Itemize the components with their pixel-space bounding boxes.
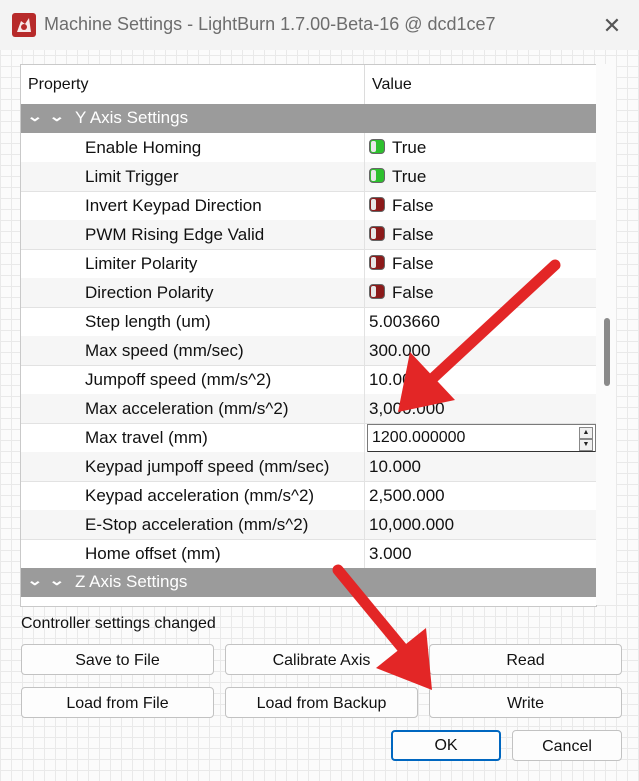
toggle-value[interactable]: True — [369, 167, 426, 187]
table-row[interactable]: Invert Keypad Direction False — [21, 191, 596, 221]
cancel-button[interactable]: Cancel — [512, 730, 622, 761]
section-label: Y Axis Settings — [75, 108, 189, 127]
max-travel-input[interactable] — [370, 428, 574, 448]
property-name: Max acceleration (mm/s^2) — [85, 399, 289, 418]
property-value[interactable]: 3.000 — [369, 544, 412, 564]
toggle-value[interactable]: False — [369, 225, 434, 245]
property-value[interactable]: 10,000.000 — [369, 515, 454, 535]
toggle-value[interactable]: False — [369, 283, 434, 303]
table-row[interactable]: Keypad jumpoff speed (mm/sec) 10.000 — [21, 452, 596, 482]
write-button[interactable]: Write — [429, 687, 622, 718]
toggle-switch-icon[interactable] — [369, 197, 385, 212]
table-row[interactable]: Enable Homing True — [21, 133, 596, 163]
status-message: Controller settings changed — [21, 615, 216, 632]
spin-buttons[interactable]: ▲ ▼ — [579, 427, 593, 451]
column-header-value[interactable]: Value — [372, 76, 412, 94]
close-icon[interactable]: ✕ — [598, 12, 626, 40]
table-row[interactable]: Home offset (mm) 3.000 — [21, 539, 596, 569]
max-travel-spinbox[interactable]: ▲▼ — [367, 424, 596, 453]
chevron-down-icon[interactable]: ⌄ — [49, 108, 65, 125]
table-row[interactable]: E-Stop acceleration (mm/s^2) 10,000.000 — [21, 510, 596, 540]
toggle-value[interactable]: False — [369, 196, 434, 216]
toggle-switch-icon[interactable] — [369, 284, 385, 299]
toggle-value[interactable]: False — [369, 254, 434, 274]
table-row[interactable]: PWM Rising Edge Valid False — [21, 220, 596, 250]
property-value[interactable]: 2,500.000 — [369, 486, 445, 506]
property-name: Max travel (mm) — [85, 428, 208, 447]
property-name: Home offset (mm) — [85, 544, 221, 563]
column-header-property[interactable]: Property — [28, 76, 88, 94]
property-name: E-Stop acceleration (mm/s^2) — [85, 515, 309, 534]
section-y-axis[interactable]: ⌄ ⌄ Y Axis Settings — [21, 104, 596, 133]
table-row[interactable]: Limiter Polarity False — [21, 249, 596, 279]
property-name: Direction Polarity — [85, 283, 214, 302]
spin-down-icon[interactable]: ▼ — [579, 439, 593, 451]
toggle-label: False — [392, 225, 434, 244]
toggle-label: True — [392, 167, 427, 186]
load-from-backup-button[interactable]: Load from Backup — [225, 687, 418, 718]
property-name: PWM Rising Edge Valid — [85, 225, 265, 244]
table-row[interactable]: Step length (um) 5.003660 — [21, 307, 596, 337]
table-row[interactable]: Limit Trigger True — [21, 162, 596, 192]
property-value[interactable]: 5.003660 — [369, 312, 440, 332]
toggle-label: True — [392, 138, 427, 157]
property-name: Keypad jumpoff speed (mm/sec) — [85, 457, 330, 476]
title-bar: Machine Settings - LightBurn 1.7.00-Beta… — [0, 0, 639, 50]
chevron-down-icon[interactable]: ⌄ — [27, 572, 43, 589]
property-name: Enable Homing — [85, 138, 202, 157]
property-name: Max speed (mm/sec) — [85, 341, 244, 360]
window-title: Machine Settings - LightBurn 1.7.00-Beta… — [44, 14, 496, 34]
ok-button[interactable]: OK — [391, 730, 501, 761]
property-value[interactable]: 300.000 — [369, 341, 430, 361]
chevron-down-icon[interactable]: ⌄ — [27, 108, 43, 125]
read-button[interactable]: Read — [429, 644, 622, 675]
toggle-switch-icon[interactable] — [369, 255, 385, 270]
chevron-down-icon[interactable]: ⌄ — [49, 572, 65, 589]
property-name: Keypad acceleration (mm/s^2) — [85, 486, 315, 505]
table-row[interactable]: Keypad acceleration (mm/s^2) 2,500.000 — [21, 481, 596, 511]
property-value[interactable]: 10.000 — [369, 370, 421, 390]
table-row[interactable]: Direction Polarity False — [21, 278, 596, 308]
property-name: Jumpoff speed (mm/s^2) — [85, 370, 272, 389]
table-row[interactable]: Jumpoff speed (mm/s^2) 10.000 — [21, 365, 596, 395]
calibrate-axis-button[interactable]: Calibrate Axis — [225, 644, 418, 675]
toggle-value[interactable]: True — [369, 138, 426, 158]
vertical-scrollbar[interactable] — [596, 64, 616, 605]
property-value[interactable]: 3,000.000 — [369, 399, 445, 419]
property-name: Limiter Polarity — [85, 254, 198, 273]
property-value[interactable]: 10.000 — [369, 457, 421, 477]
lightburn-logo-icon — [12, 13, 36, 37]
section-z-axis[interactable]: ⌄ ⌄ Z Axis Settings — [21, 568, 596, 597]
toggle-label: False — [392, 196, 434, 215]
table-header: Property Value — [21, 65, 596, 105]
scrollbar-thumb[interactable] — [604, 318, 610, 386]
property-name: Limit Trigger — [85, 167, 179, 186]
table-row[interactable]: Max acceleration (mm/s^2) 3,000.000 — [21, 394, 596, 424]
toggle-switch-icon[interactable] — [369, 226, 385, 241]
spin-up-icon[interactable]: ▲ — [579, 427, 593, 439]
load-from-file-button[interactable]: Load from File — [21, 687, 214, 718]
toggle-label: False — [392, 254, 434, 273]
property-name: Step length (um) — [85, 312, 211, 331]
table-row[interactable]: Max speed (mm/sec) 300.000 — [21, 336, 596, 366]
table-row[interactable]: Max travel (mm) ▲▼ — [21, 423, 596, 453]
settings-table: Property Value ⌄ ⌄ Y Axis Settings Enabl… — [20, 64, 597, 607]
toggle-label: False — [392, 283, 434, 302]
section-label: Z Axis Settings — [75, 572, 188, 591]
save-to-file-button[interactable]: Save to File — [21, 644, 214, 675]
toggle-switch-icon[interactable] — [369, 139, 385, 154]
property-name: Invert Keypad Direction — [85, 196, 262, 215]
toggle-switch-icon[interactable] — [369, 168, 385, 183]
